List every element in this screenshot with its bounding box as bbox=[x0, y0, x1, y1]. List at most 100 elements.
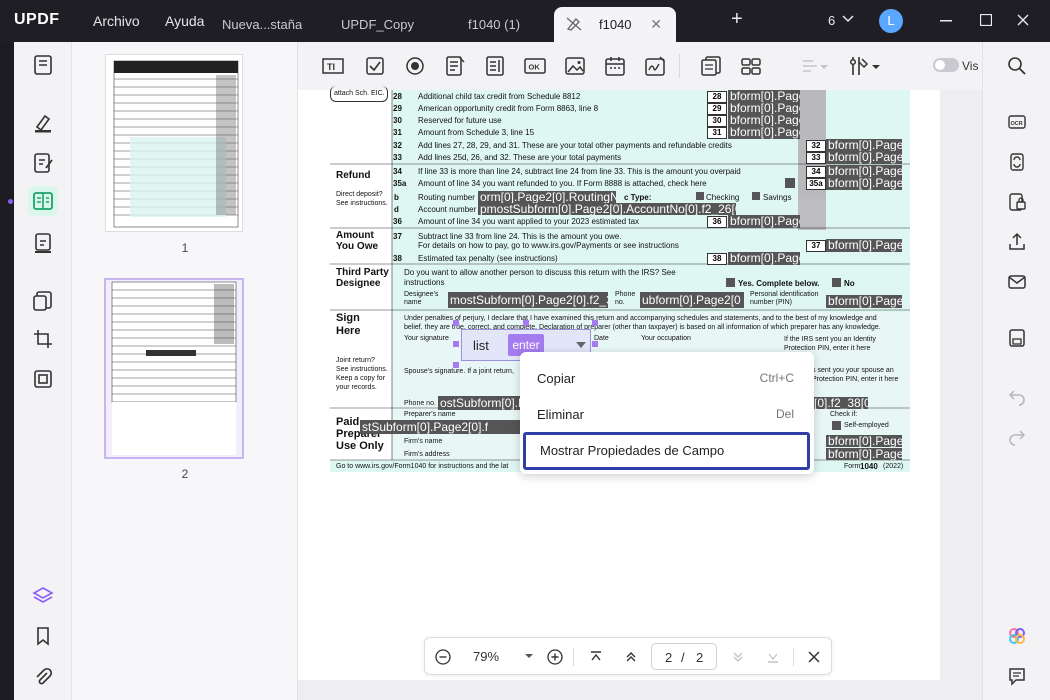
page-number-box[interactable]: 2 / 2 bbox=[651, 643, 717, 670]
form-field[interactable]: bform[0].Page2 bbox=[728, 126, 800, 139]
tab-nueva[interactable]: Nueva...staña bbox=[222, 7, 312, 42]
checking-checkbox[interactable] bbox=[696, 192, 704, 200]
zoom-in-icon[interactable] bbox=[547, 649, 563, 665]
bookmark-icon[interactable] bbox=[32, 625, 54, 647]
form-field[interactable]: bform[0].Page2 bbox=[728, 252, 800, 265]
designee-phone-field[interactable]: ubform[0].Page2[0 bbox=[640, 292, 744, 308]
save-icon[interactable] bbox=[1007, 328, 1027, 348]
next-page-icon[interactable] bbox=[731, 650, 745, 664]
zoom-dropdown-icon[interactable] bbox=[525, 654, 533, 659]
field-grid-icon[interactable] bbox=[740, 55, 762, 77]
dropdown-field-icon[interactable] bbox=[444, 55, 466, 77]
yes-checkbox[interactable] bbox=[726, 278, 735, 287]
signature-field-icon[interactable] bbox=[644, 55, 666, 77]
prepare-form-tool-active[interactable] bbox=[28, 186, 58, 216]
preview-toggle[interactable] bbox=[933, 58, 959, 72]
image-field-icon[interactable] bbox=[564, 55, 586, 77]
tab-f1040[interactable]: f1040 ✕ bbox=[554, 7, 676, 42]
menu-item-eliminar[interactable]: Eliminar Del bbox=[520, 396, 814, 432]
close-nav-icon[interactable] bbox=[807, 650, 821, 664]
resize-handle[interactable] bbox=[592, 320, 598, 326]
comment-highlighter-icon[interactable] bbox=[32, 112, 54, 134]
form-field[interactable]: bform[0].Page2 bbox=[826, 151, 902, 164]
protect-pdf-icon[interactable] bbox=[1007, 192, 1027, 212]
convert-icon[interactable] bbox=[1007, 152, 1027, 172]
tab-f1040-1[interactable]: f1040 (1) bbox=[468, 7, 548, 42]
list-dropdown-arrow-icon[interactable] bbox=[576, 342, 586, 349]
tab-label: UPDF_Copy bbox=[341, 17, 414, 32]
edit-pdf-icon[interactable] bbox=[32, 152, 54, 174]
resize-handle[interactable] bbox=[453, 320, 459, 326]
resize-handle[interactable] bbox=[523, 320, 529, 326]
maximize-icon[interactable] bbox=[980, 14, 992, 26]
comment-panel-icon[interactable] bbox=[1007, 666, 1027, 686]
list-box-icon[interactable] bbox=[484, 55, 506, 77]
radio-button-icon[interactable] bbox=[404, 55, 426, 77]
resize-handle[interactable] bbox=[453, 341, 459, 347]
tab-count[interactable]: 6 bbox=[828, 13, 835, 28]
checkbox-icon[interactable] bbox=[364, 55, 386, 77]
preparer-name-label: Preparer's name bbox=[404, 411, 456, 418]
form-8888-checkbox[interactable] bbox=[785, 178, 795, 188]
designee-pin-field[interactable]: bform[0].Page2 bbox=[826, 295, 902, 308]
search-icon[interactable] bbox=[1007, 56, 1027, 76]
protect-icon[interactable] bbox=[32, 368, 54, 390]
form-field[interactable]: bform[0].Page2 bbox=[728, 215, 800, 228]
first-page-icon[interactable] bbox=[589, 650, 603, 664]
resize-handle[interactable] bbox=[453, 362, 459, 368]
form-field[interactable]: bform[0].Page2 bbox=[826, 177, 902, 190]
resize-handle[interactable] bbox=[592, 341, 598, 347]
account-label: Account number bbox=[418, 205, 477, 214]
redo-icon[interactable] bbox=[1007, 426, 1027, 446]
reader-icon[interactable] bbox=[32, 54, 54, 76]
firm-ein-field[interactable]: bform[0].Page2 bbox=[826, 435, 902, 447]
close-window-icon[interactable] bbox=[1017, 14, 1029, 26]
f2-38-field[interactable]: [0].f2_38[0] bbox=[812, 397, 868, 409]
text-field-icon[interactable]: TI bbox=[322, 55, 344, 77]
ocr-icon[interactable]: OCR bbox=[1007, 112, 1027, 132]
button-ok-icon[interactable]: OK bbox=[524, 55, 546, 77]
attachment-icon[interactable] bbox=[32, 666, 54, 688]
new-tab-icon[interactable]: + bbox=[731, 8, 743, 31]
tab-updf-copy[interactable]: UPDF_Copy bbox=[341, 7, 451, 42]
preparer-name-field[interactable]: stSubform[0].Page2[0].f bbox=[360, 420, 520, 434]
crop-icon[interactable] bbox=[32, 328, 54, 350]
previous-page-icon[interactable] bbox=[624, 650, 638, 664]
multiple-copies-icon[interactable] bbox=[700, 55, 722, 77]
phone-no-field[interactable]: ostSubform[0].Page2 bbox=[438, 396, 523, 410]
organize-pages-icon[interactable] bbox=[32, 290, 54, 312]
avatar[interactable]: L bbox=[879, 9, 903, 33]
form-field[interactable]: bform[0].Page2 bbox=[826, 239, 902, 252]
firm-phone-field[interactable]: bform[0].Page2 bbox=[826, 448, 902, 460]
self-employed-checkbox[interactable] bbox=[832, 421, 841, 430]
fill-sign-icon[interactable] bbox=[32, 232, 54, 254]
last-page-icon[interactable] bbox=[766, 650, 780, 664]
line-box: 37 bbox=[806, 240, 826, 252]
menu-item-mostrar-propiedades[interactable]: Mostrar Propiedades de Campo bbox=[523, 432, 810, 470]
savings-checkbox[interactable] bbox=[752, 192, 760, 200]
share-icon[interactable] bbox=[1007, 232, 1027, 252]
minimize-icon[interactable] bbox=[940, 20, 952, 22]
form-tools-icon[interactable] bbox=[848, 55, 870, 77]
layers-icon[interactable] bbox=[32, 585, 54, 607]
page-thumbnail-1[interactable] bbox=[105, 54, 243, 232]
close-tab-icon[interactable]: ✕ bbox=[650, 16, 662, 33]
menu-ayuda[interactable]: Ayuda bbox=[165, 13, 204, 29]
menu-archivo[interactable]: Archivo bbox=[93, 13, 140, 29]
designee-name-field[interactable]: mostSubform[0].Page2[0].f2_3 bbox=[448, 292, 608, 308]
no-checkbox[interactable] bbox=[832, 278, 841, 287]
chevron-down-icon[interactable] bbox=[842, 15, 854, 23]
email-icon[interactable] bbox=[1007, 272, 1027, 292]
date-field-icon[interactable] bbox=[604, 55, 626, 77]
zoom-out-icon[interactable] bbox=[435, 649, 451, 665]
undo-icon[interactable] bbox=[1007, 386, 1027, 406]
zoom-level[interactable]: 79% bbox=[473, 649, 499, 664]
savings-label: Savings bbox=[763, 193, 792, 202]
tools-chevron-icon[interactable] bbox=[872, 65, 880, 70]
routing-number-field[interactable]: orm[0].Page2[0].RoutingN bbox=[478, 191, 616, 203]
ai-assistant-icon[interactable] bbox=[1007, 626, 1027, 646]
attach-note: attach Sch. EIC. bbox=[330, 86, 388, 102]
menu-item-copiar[interactable]: Copiar Ctrl+C bbox=[520, 360, 814, 396]
page-thumbnail-2[interactable] bbox=[104, 278, 244, 459]
account-number-field[interactable]: pmostSubform[0].Page2[0].AccountNo[0].f2… bbox=[478, 203, 736, 215]
